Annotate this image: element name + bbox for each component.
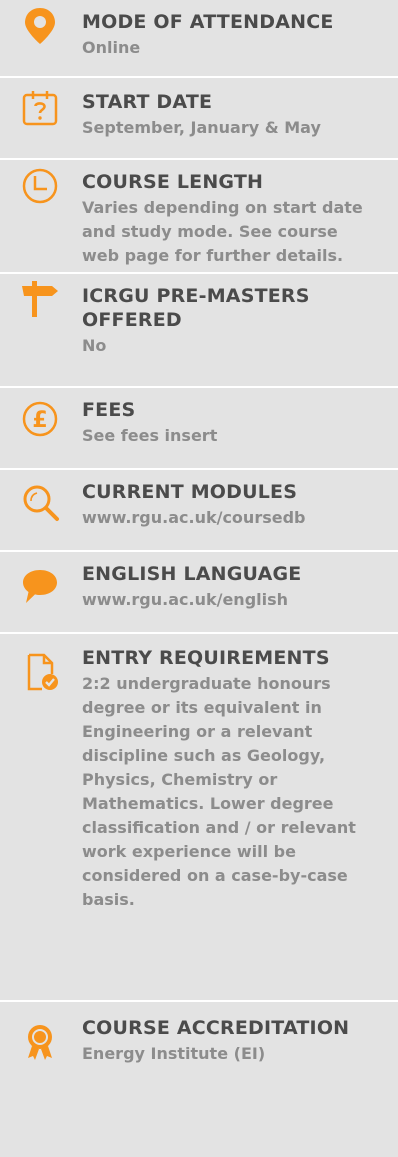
info-row-pre-masters: ICRGU PRE-MASTERS OFFERED No: [0, 274, 398, 386]
document-check-icon: [20, 652, 60, 692]
course-accreditation-heading: COURSE ACCREDITATION: [82, 1017, 350, 1039]
mode-of-attendance-heading: MODE OF ATTENDANCE: [82, 11, 334, 33]
info-row-current-modules: CURRENT MODULES www.rgu.ac.uk/coursedb: [0, 470, 398, 550]
pre-masters-value: No: [82, 336, 107, 355]
speech-bubble-icon: [20, 566, 60, 606]
info-row-english-language: ENGLISH LANGUAGE www.rgu.ac.uk/english: [0, 552, 398, 632]
mode-of-attendance-value: Online: [82, 38, 141, 57]
info-row-fees: £ FEES See fees insert: [0, 388, 398, 468]
info-row-course-length: COURSE LENGTH Varies depending on start …: [0, 160, 398, 272]
info-row-course-accreditation: COURSE ACCREDITATION Energy Institute (E…: [0, 1002, 398, 1157]
award-rosette-icon: [20, 1022, 60, 1062]
signpost-icon: [20, 278, 60, 318]
current-modules-link[interactable]: www.rgu.ac.uk/coursedb: [82, 506, 388, 530]
info-row-mode-of-attendance: MODE OF ATTENDANCE Online: [0, 0, 398, 76]
course-length-heading: COURSE LENGTH: [82, 171, 264, 193]
course-accreditation-value: Energy Institute (EI): [82, 1044, 266, 1063]
current-modules-heading: CURRENT MODULES: [82, 481, 298, 503]
fees-heading: FEES: [82, 399, 136, 421]
info-row-start-date: START DATE September, January & May: [0, 78, 398, 158]
clock-icon: [20, 166, 60, 206]
start-date-value: September, January & May: [82, 118, 321, 137]
english-language-heading: ENGLISH LANGUAGE: [82, 563, 302, 585]
pound-coin-icon: £: [20, 399, 60, 439]
info-row-entry-requirements: ENTRY REQUIREMENTS 2:2 undergraduate hon…: [0, 634, 398, 1000]
english-language-link[interactable]: www.rgu.ac.uk/english: [82, 588, 388, 612]
svg-text:£: £: [32, 408, 47, 433]
fees-value: See fees insert: [82, 426, 218, 445]
calendar-question-icon: [20, 88, 60, 128]
map-pin-icon: [20, 5, 60, 45]
course-info-panel: MODE OF ATTENDANCE Online START DATE Sep…: [0, 0, 398, 1157]
course-length-value: Varies depending on start date and study…: [82, 198, 363, 265]
entry-requirements-value: 2:2 undergraduate honours degree or its …: [82, 674, 356, 909]
pre-masters-heading: ICRGU PRE-MASTERS OFFERED: [82, 285, 310, 331]
entry-requirements-heading: ENTRY REQUIREMENTS: [82, 647, 330, 669]
start-date-heading: START DATE: [82, 91, 213, 113]
magnifier-icon: [20, 482, 60, 522]
